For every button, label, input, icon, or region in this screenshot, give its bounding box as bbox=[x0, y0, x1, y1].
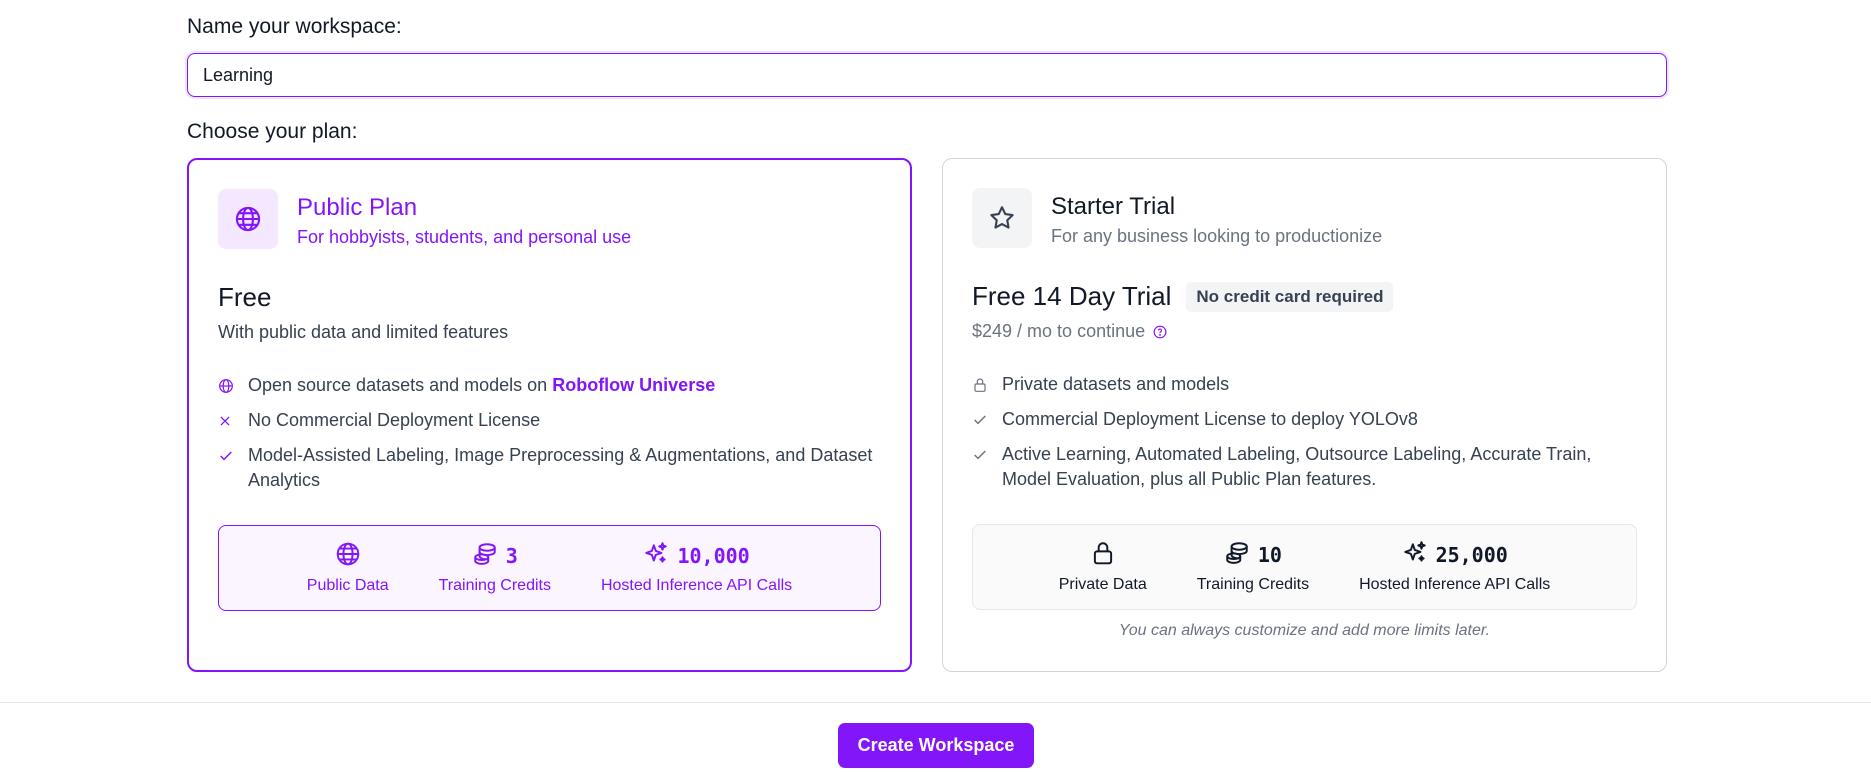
roboflow-universe-link[interactable]: Roboflow Universe bbox=[552, 375, 715, 395]
limit-inference-calls: 25,000 Hosted Inference API Calls bbox=[1359, 540, 1550, 594]
public-plan-card[interactable]: Public Plan For hobbyists, students, and… bbox=[187, 158, 912, 672]
plan-subtitle: For any business looking to productioniz… bbox=[1051, 226, 1383, 246]
limit-training-credits: 10 Training Credits bbox=[1197, 540, 1309, 594]
sparkles-icon bbox=[1402, 540, 1428, 571]
no-credit-card-badge: No credit card required bbox=[1186, 281, 1394, 312]
star-icon bbox=[972, 188, 1032, 248]
feature-text: No Commercial Deployment License bbox=[248, 410, 541, 430]
limit-label: Training Credits bbox=[1196, 576, 1310, 593]
help-icon[interactable] bbox=[1153, 325, 1167, 339]
price-subtitle: With public data and limited features bbox=[218, 322, 509, 342]
plan-limits: Private Data 10 Training Credits 25,000 … bbox=[972, 524, 1637, 610]
feature-text: Model-Assisted Labeling, Image Preproces… bbox=[248, 445, 873, 490]
lock-icon bbox=[1090, 540, 1116, 571]
customize-note: You can always customize and add more li… bbox=[1118, 622, 1491, 639]
limit-label: Hosted Inference API Calls bbox=[600, 577, 793, 594]
feature-item: Active Learning, Automated Labeling, Out… bbox=[972, 442, 1637, 492]
feature-item: No Commercial Deployment License bbox=[218, 408, 881, 433]
feature-list: Open source datasets and models on Robof… bbox=[218, 373, 881, 503]
plan-price: Free 14 Day Trial No credit card require… bbox=[972, 281, 1394, 312]
feature-text: Commercial Deployment License to deploy … bbox=[1002, 409, 1418, 429]
globe-icon bbox=[218, 189, 278, 249]
limit-value: 3 bbox=[505, 544, 518, 568]
feature-list: Private datasets and models Commercial D… bbox=[972, 372, 1637, 502]
footer-divider bbox=[0, 702, 1871, 703]
globe-icon bbox=[218, 373, 248, 398]
price-subtitle-text: $249 / mo to continue bbox=[972, 321, 1146, 341]
price-text: Free 14 Day Trial bbox=[972, 281, 1172, 311]
feature-item: Private datasets and models bbox=[972, 372, 1637, 397]
feature-item: Commercial Deployment License to deploy … bbox=[972, 407, 1637, 432]
feature-item: Model-Assisted Labeling, Image Preproces… bbox=[218, 443, 881, 493]
limit-label: Public Data bbox=[306, 577, 389, 594]
limit-private-data: Private Data bbox=[1059, 540, 1147, 594]
feature-text-part: Open source datasets and models on bbox=[248, 375, 553, 395]
feature-item: Open source datasets and models on Robof… bbox=[218, 373, 881, 398]
x-icon bbox=[218, 408, 248, 433]
limit-label: Hosted Inference API Calls bbox=[1359, 576, 1551, 593]
lock-icon bbox=[972, 372, 1002, 397]
check-icon bbox=[972, 407, 1002, 432]
limit-label: Private Data bbox=[1058, 576, 1147, 593]
coins-icon bbox=[1224, 540, 1250, 571]
limit-label: Training Credits bbox=[438, 577, 551, 594]
choose-plan-label: Choose your plan: bbox=[187, 120, 358, 143]
limit-value: 10 bbox=[1257, 543, 1282, 567]
limit-inference-calls: 10,000 Hosted Inference API Calls bbox=[601, 541, 792, 595]
price-subtitle: $249 / mo to continue bbox=[972, 321, 1167, 342]
feature-text: Open source datasets and models on Robof… bbox=[248, 373, 715, 398]
check-icon bbox=[218, 443, 248, 468]
limit-public-data: Public Data bbox=[307, 541, 389, 595]
globe-icon bbox=[335, 541, 361, 572]
limit-value: 25,000 bbox=[1435, 543, 1508, 567]
plan-price: Free bbox=[218, 282, 271, 313]
starter-trial-card[interactable]: Starter Trial For any business looking t… bbox=[942, 158, 1667, 672]
plan-subtitle: For hobbyists, students, and personal us… bbox=[297, 227, 632, 247]
plan-title: Starter Trial bbox=[1051, 193, 1176, 220]
plan-limits: Public Data 3 Training Credits 10,000 Ho… bbox=[218, 525, 881, 611]
plan-title: Public Plan bbox=[297, 194, 418, 221]
workspace-name-input[interactable] bbox=[187, 53, 1667, 97]
limit-value: 10,000 bbox=[677, 544, 750, 568]
limit-training-credits: 3 Training Credits bbox=[439, 541, 551, 595]
check-icon bbox=[972, 442, 1002, 467]
sparkles-icon bbox=[643, 541, 669, 572]
workspace-name-label: Name your workspace: bbox=[187, 15, 402, 38]
feature-text: Private datasets and models bbox=[1002, 374, 1230, 394]
create-workspace-button[interactable]: Create Workspace bbox=[838, 723, 1034, 768]
coins-icon bbox=[472, 541, 498, 572]
feature-text: Active Learning, Automated Labeling, Out… bbox=[1002, 444, 1592, 489]
price-text: Free bbox=[218, 282, 272, 312]
